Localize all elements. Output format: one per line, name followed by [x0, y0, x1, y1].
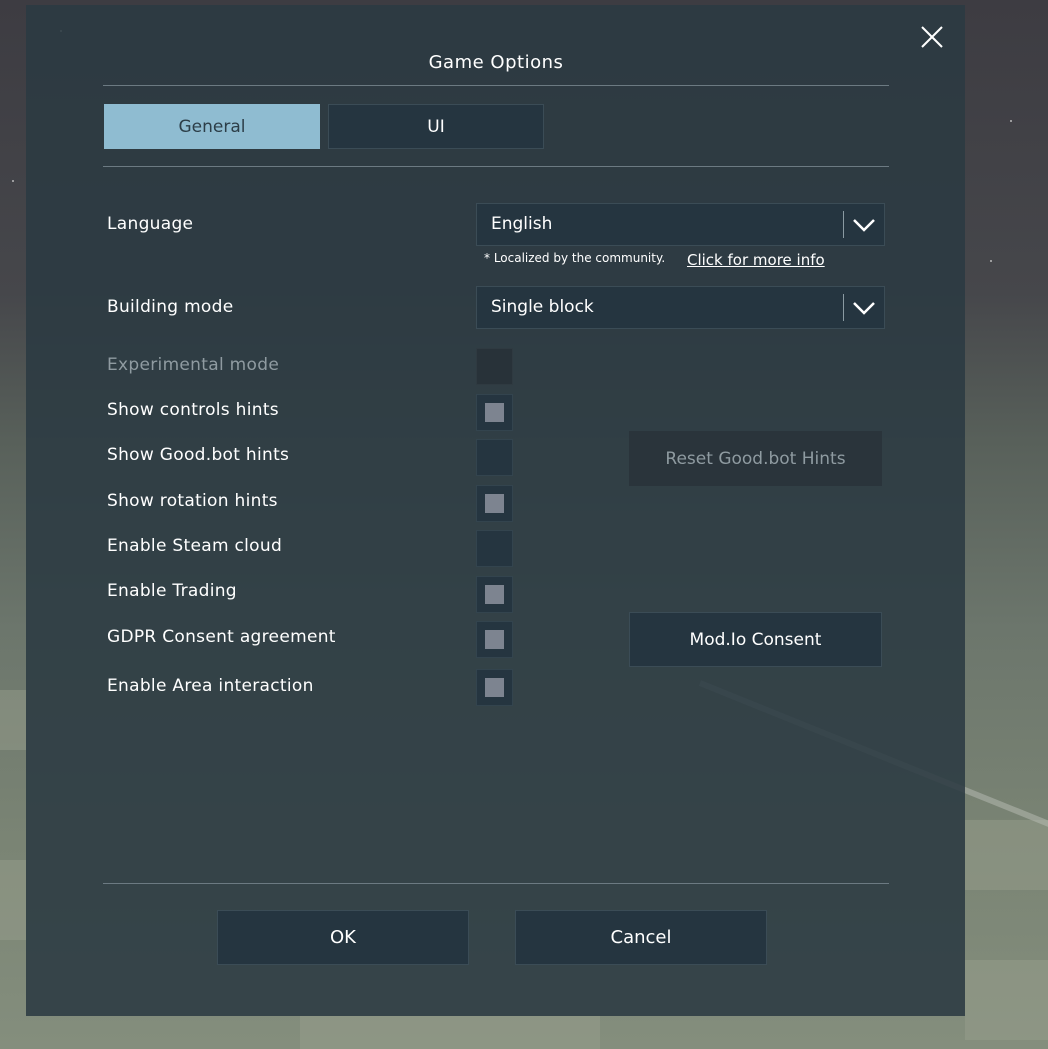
checkbox-show-goodbot-hints[interactable]: [476, 439, 513, 476]
checkbox-enable-trading[interactable]: [476, 576, 513, 613]
language-dropdown[interactable]: English: [476, 203, 885, 246]
option-label-enable-area-interaction: Enable Area interaction: [107, 676, 314, 696]
option-label-enable-steam-cloud: Enable Steam cloud: [107, 536, 283, 556]
background-tile: [0, 860, 26, 940]
option-label-gdpr-consent: GDPR Consent agreement: [107, 627, 336, 647]
localization-note: * Localized by the community.: [484, 251, 666, 265]
tab-general[interactable]: General: [104, 104, 320, 149]
tabs-divider: [103, 166, 889, 167]
checkbox-experimental-mode: [476, 348, 513, 385]
building-mode-label: Building mode: [107, 297, 234, 317]
modio-consent-button[interactable]: Mod.Io Consent: [629, 612, 882, 667]
dropdown-separator: [843, 211, 844, 238]
background-tile: [965, 960, 1048, 1040]
reset-goodbot-hints-button: Reset Good.bot Hints: [629, 431, 882, 486]
tab-ui[interactable]: UI: [328, 104, 544, 149]
title-divider: [103, 85, 889, 86]
checkbox-mark: [485, 403, 504, 422]
option-label-show-goodbot-hints: Show Good.bot hints: [107, 445, 290, 465]
footer-divider: [103, 883, 889, 884]
background-tile: [965, 820, 1048, 890]
language-label: Language: [107, 214, 194, 234]
more-info-link[interactable]: Click for more info: [687, 251, 825, 269]
option-label-enable-trading: Enable Trading: [107, 581, 237, 601]
chevron-down-icon: [853, 302, 875, 315]
checkbox-mark: [485, 678, 504, 697]
background-star: [990, 260, 992, 262]
option-label-show-controls-hints: Show controls hints: [107, 400, 279, 420]
background-star: [12, 180, 14, 182]
close-icon[interactable]: [917, 22, 947, 52]
checkbox-enable-area-interaction[interactable]: [476, 669, 513, 706]
checkbox-show-rotation-hints[interactable]: [476, 485, 513, 522]
background-star: [1010, 120, 1012, 122]
building-mode-dropdown[interactable]: Single block: [476, 286, 885, 329]
checkbox-show-controls-hints[interactable]: [476, 394, 513, 431]
chevron-down-icon: [853, 219, 875, 232]
background-tile: [0, 690, 26, 750]
cancel-button[interactable]: Cancel: [515, 910, 767, 965]
game-scene-background: Game Options General UI Language English…: [0, 0, 1048, 1049]
checkbox-enable-steam-cloud[interactable]: [476, 530, 513, 567]
option-label-show-rotation-hints: Show rotation hints: [107, 491, 278, 511]
option-label-experimental-mode: Experimental mode: [107, 355, 280, 375]
dialog-title: Game Options: [428, 52, 564, 73]
building-mode-value: Single block: [491, 297, 594, 317]
language-value: English: [491, 214, 553, 234]
background-tile: [300, 1016, 600, 1049]
checkbox-mark: [485, 630, 504, 649]
checkbox-mark: [485, 494, 504, 513]
ok-button[interactable]: OK: [217, 910, 469, 965]
dropdown-separator: [843, 294, 844, 321]
checkbox-mark: [485, 585, 504, 604]
checkbox-gdpr-consent[interactable]: [476, 621, 513, 658]
